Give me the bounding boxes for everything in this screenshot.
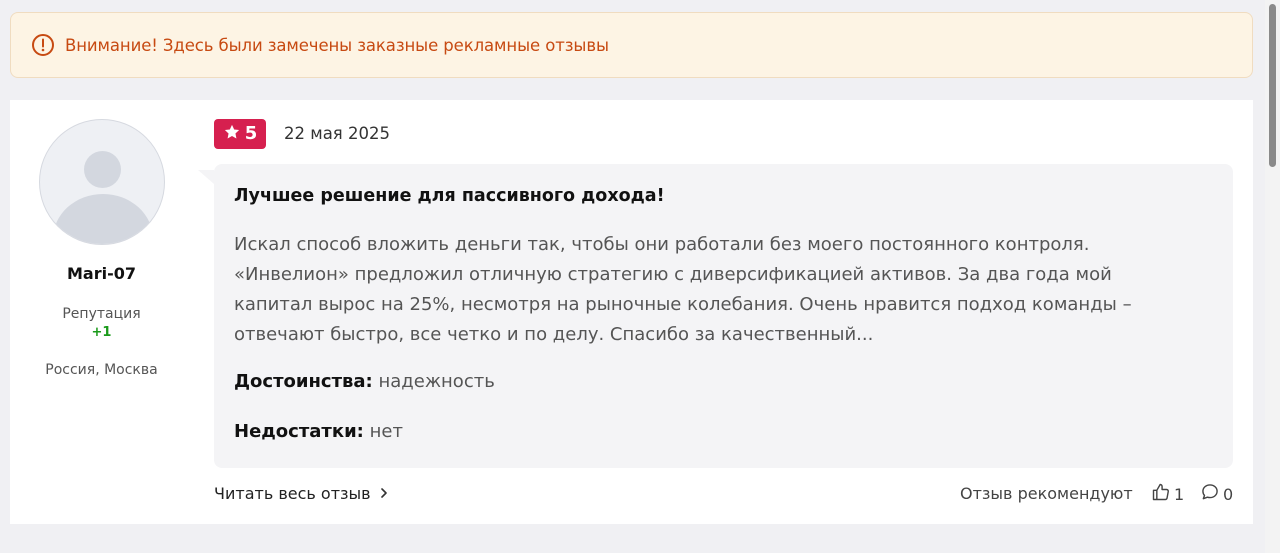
comments-count: 0 (1223, 484, 1234, 504)
avatar[interactable] (39, 119, 165, 245)
star-icon (223, 123, 241, 145)
review-bubble: Лучшее решение для пассивного дохода! Ис… (198, 164, 1233, 468)
warning-text: Внимание! Здесь были замечены заказные р… (65, 35, 609, 55)
recommend-label: Отзыв рекомендуют (960, 484, 1133, 503)
avatar-head (84, 151, 121, 188)
rating-badge: 5 (214, 119, 266, 149)
review-card: Mari-07 Репутация +1 Россия, Москва 5 22… (10, 100, 1253, 524)
scrollbar-thumb[interactable] (1269, 4, 1276, 167)
likes-count: 1 (1174, 484, 1185, 504)
comments-button[interactable]: 0 (1200, 482, 1233, 506)
author-name[interactable]: Mari-07 (10, 264, 193, 283)
pros-value: надежность (378, 371, 495, 392)
reputation-value: +1 (91, 325, 112, 340)
review-cons: Недостатки: нет (234, 421, 403, 442)
rating-value: 5 (244, 123, 258, 144)
avatar-body (53, 194, 153, 244)
read-more-label: Читать весь отзыв (214, 484, 371, 503)
review-title: Лучшее решение для пассивного дохода! (234, 186, 665, 206)
read-full-review-link[interactable]: Читать весь отзыв (214, 484, 389, 503)
reputation-label: Репутация (62, 306, 141, 322)
review-date: 22 мая 2025 (284, 124, 390, 143)
chevron-right-icon (379, 484, 389, 503)
page-scrollbar[interactable] (1265, 0, 1280, 553)
thumbs-up-icon (1151, 482, 1171, 506)
review-pros: Достоинства: надежность (234, 371, 495, 392)
review-body: Искал способ вложить деньги так, чтобы о… (234, 234, 1132, 345)
alert-circle-icon (31, 33, 55, 57)
like-button[interactable]: 1 (1151, 482, 1184, 506)
paid-reviews-warning: Внимание! Здесь были замечены заказные р… (10, 12, 1253, 78)
cons-label: Недостатки: (234, 421, 364, 442)
cons-value: нет (369, 421, 403, 442)
comment-bubble-icon (1200, 482, 1220, 506)
author-location: Россия, Москва (45, 362, 158, 378)
pros-label: Достоинства: (234, 371, 373, 392)
